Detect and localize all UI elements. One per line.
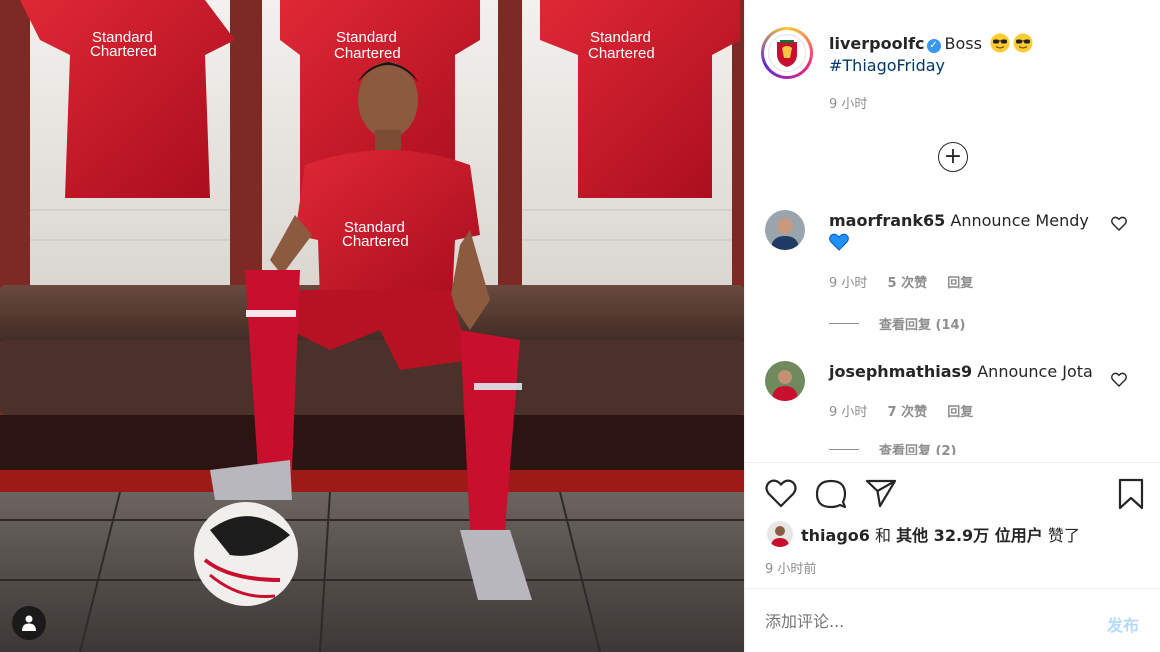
liker-avatar[interactable] [767,521,793,547]
commenter-avatar[interactable] [765,210,805,250]
sunglasses-face-icon [1013,33,1033,53]
comment-text: josephmathias9 Announce Jota [829,361,1109,383]
heart-outline-icon [1111,372,1127,387]
svg-text:Chartered: Chartered [334,45,401,62]
caption-time: 9 小时 [829,97,868,112]
view-replies-label: 查看回复 (2) [879,443,957,456]
plus-icon: + [943,144,963,169]
section-divider [745,588,1160,589]
svg-text:Standard: Standard [590,29,651,46]
author-username[interactable]: liverpoolfc [829,34,925,53]
comment-body: Announce Mendy [950,211,1089,230]
post-comment-button[interactable]: 发布 [1107,612,1139,636]
load-more-comments-button[interactable]: + [938,142,968,172]
reply-button[interactable]: 回复 [947,276,973,291]
view-replies-button[interactable]: 查看回复 (14) [829,314,966,333]
commenter-avatar[interactable] [765,361,805,401]
post-timestamp[interactable]: 9 小时前 [765,558,816,577]
caption-hashtag[interactable]: #ThiagoFriday [829,56,945,75]
svg-text:Standard: Standard [336,29,397,46]
comment-post-button[interactable] [815,478,847,514]
replies-divider [829,448,859,450]
save-post-button[interactable] [1117,478,1145,514]
commenter-username[interactable]: josephmathias9 [829,362,972,381]
comment-meta: 9 小时 5 次赞 回复 [829,272,989,291]
comment-time: 9 小时 [829,276,868,291]
share-post-button[interactable] [865,478,897,512]
likes-and: 和 [875,526,892,545]
view-replies-button[interactable]: 查看回复 (2) [829,443,956,455]
like-comment-button[interactable] [1111,216,1127,235]
post-action-bar [765,478,1145,510]
reply-button[interactable]: 回复 [947,405,973,420]
post-photo[interactable]: Standard Chartered Standard Chartered St… [0,0,744,652]
post-caption: liverpoolfc ✓ Boss #ThiagoFriday [829,33,1033,77]
person-icon [22,615,36,631]
heart-outline-icon [1111,216,1127,231]
author-avatar[interactable] [761,27,813,79]
section-divider [745,462,1160,463]
add-comment-input[interactable] [765,612,1065,631]
comment-text: maorfrank65 Announce Mendy [829,210,1109,254]
comment-body: Announce Jota [977,362,1093,381]
likes-summary: thiago6 和 其他 32.9万 位用户 赞了 [767,521,1080,547]
heart-outline-icon [765,479,797,508]
svg-text:Chartered: Chartered [342,233,409,250]
svg-text:Chartered: Chartered [90,43,157,60]
comment-likes[interactable]: 5 次赞 [888,276,928,291]
verified-badge-icon: ✓ [926,39,941,53]
comment-meta: 9 小时 7 次赞 回复 [829,401,989,420]
user-tag-button[interactable] [12,606,46,640]
comment-time: 9 小时 [829,405,868,420]
lfc-crest-icon [768,34,806,72]
paper-plane-icon [865,479,897,508]
view-replies-label: 查看回复 (14) [879,318,966,333]
like-comment-button[interactable] [1111,372,1127,391]
post-side-panel: liverpoolfc✓Boss #ThiagoFriday 9 小时 + [744,0,1160,652]
caption-text: Boss [944,34,982,53]
speech-bubble-icon [815,479,847,509]
commenter-username[interactable]: maorfrank65 [829,211,945,230]
like-post-button[interactable] [765,478,797,512]
comment-likes[interactable]: 7 次赞 [888,405,928,420]
likes-others-link[interactable]: 其他 32.9万 位用户 [896,526,1043,545]
sunglasses-face-icon [990,33,1010,53]
football [194,502,298,606]
liker-username[interactable]: thiago6 [801,526,870,545]
blue-heart-icon [829,233,849,251]
post-image: Standard Chartered Standard Chartered St… [0,0,744,652]
bookmark-icon [1118,478,1144,510]
likes-suffix: 赞了 [1047,526,1080,545]
replies-divider [829,323,859,324]
svg-text:Chartered: Chartered [588,45,655,62]
